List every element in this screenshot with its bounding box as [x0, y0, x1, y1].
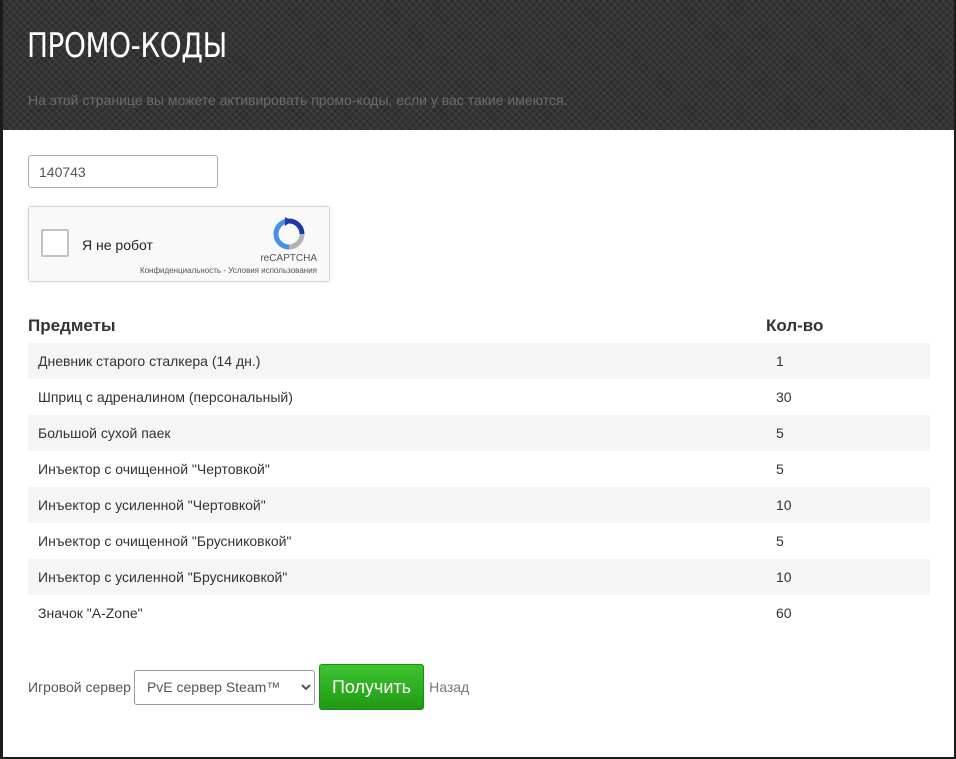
recaptcha-icon: [273, 217, 305, 250]
item-qty: 30: [776, 389, 792, 405]
item-name: Большой сухой паек: [28, 415, 766, 451]
page-subtitle: На этой странице вы можете активировать …: [28, 92, 568, 108]
item-name: Значок "A-Zone": [38, 605, 143, 621]
captcha-privacy-link[interactable]: Конфиденциальность: [140, 266, 221, 275]
column-header-qty: Кол-во: [766, 315, 824, 335]
page-header: ПРОМО-КОДЫ На этой странице вы можете ак…: [3, 0, 954, 130]
item-name: Инъектор с очищенной "Брусниковкой": [38, 533, 292, 549]
back-link[interactable]: Назад: [429, 679, 469, 695]
items-table: Предметы Кол-во Дневник старого сталкера…: [28, 308, 930, 631]
table-row: Инъектор с усиленной "Брусниковкой" 10: [28, 559, 930, 595]
captcha-brand: reCAPTCHA: [260, 253, 317, 264]
item-qty: 5: [776, 533, 784, 549]
captcha-links: Конфиденциальность - Условия использован…: [140, 266, 317, 275]
page-title: ПРОМО-КОДЫ: [27, 26, 227, 66]
item-name: Шприц с адреналином (персональный): [38, 389, 293, 405]
submit-row: Игровой сервер PvE сервер Steam™ Получит…: [28, 664, 469, 710]
item-qty: 10: [766, 487, 930, 523]
table-row: Инъектор с усиленной "Чертовкой" 10: [28, 487, 930, 523]
table-row: Большой сухой паек 5: [28, 415, 930, 451]
server-select[interactable]: PvE сервер Steam™: [133, 669, 315, 705]
item-name: Инъектор с очищенной "Чертовкой": [38, 461, 270, 477]
table-row: Шприц с адреналином (персональный) 30: [28, 379, 930, 415]
item-qty: 5: [776, 461, 784, 477]
item-qty: 5: [766, 415, 930, 451]
table-row: Инъектор с очищенной "Чертовкой" 5: [28, 451, 930, 487]
table-row: Значок "A-Zone" 60: [28, 595, 930, 631]
item-qty: 1: [766, 343, 930, 379]
column-header-items: Предметы: [28, 315, 116, 335]
recaptcha-widget: Я не робот reCAPTCHA Конфиденциальность …: [28, 206, 330, 282]
server-label: Игровой сервер: [28, 679, 131, 695]
captcha-label: Я не робот: [82, 237, 153, 253]
item-qty: 60: [776, 605, 792, 621]
item-name: Инъектор с усиленной "Чертовкой": [28, 487, 766, 523]
item-name: Инъектор с усиленной "Брусниковкой": [28, 559, 766, 595]
captcha-terms-link[interactable]: Условия использования: [228, 266, 317, 275]
get-button[interactable]: Получить: [318, 664, 425, 710]
table-row: Инъектор с очищенной "Брусниковкой" 5: [28, 523, 930, 559]
table-header-row: Предметы Кол-во: [28, 308, 930, 343]
captcha-checkbox[interactable]: [41, 229, 69, 257]
promo-code-input[interactable]: [28, 155, 218, 188]
item-qty: 10: [766, 559, 930, 595]
item-name: Дневник старого сталкера (14 дн.): [28, 343, 766, 379]
table-row: Дневник старого сталкера (14 дн.) 1: [28, 343, 930, 379]
promo-page: ПРОМО-КОДЫ На этой странице вы можете ак…: [3, 0, 954, 757]
